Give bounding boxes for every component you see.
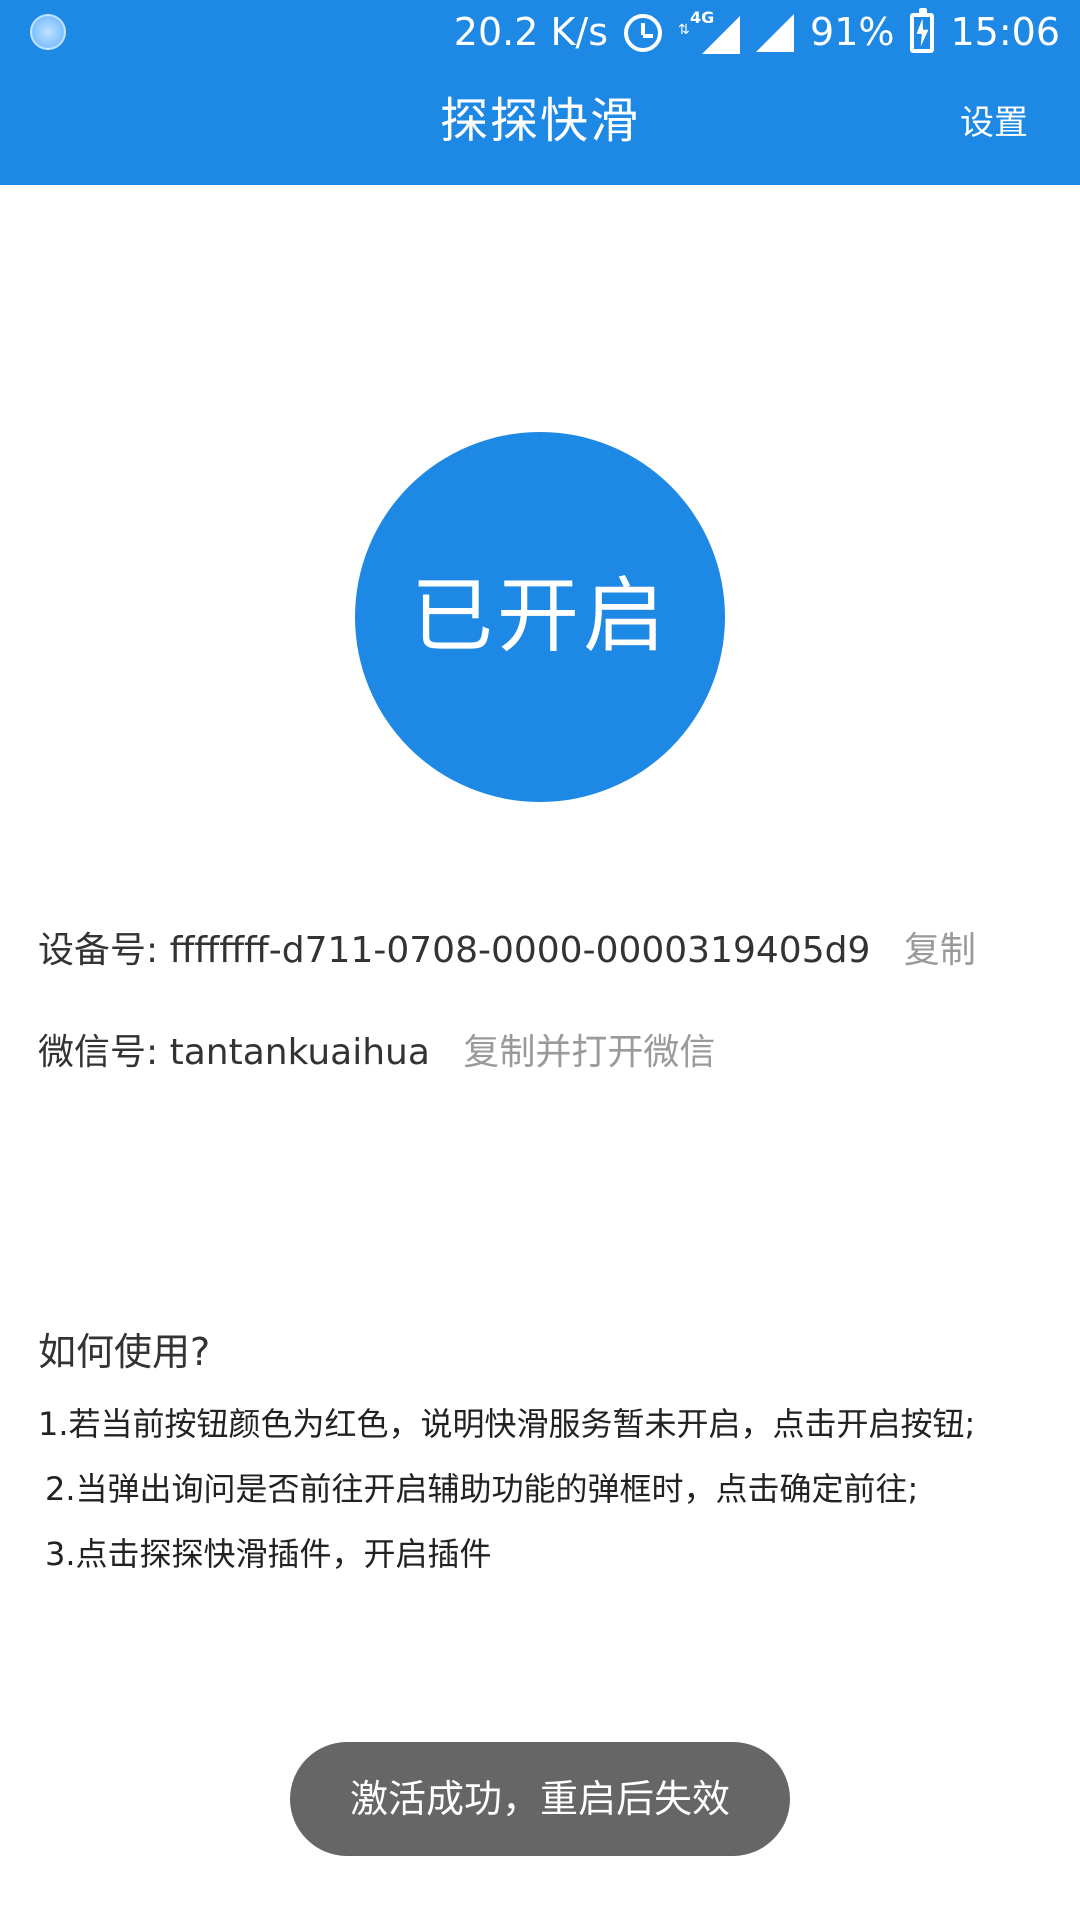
battery-charging-icon bbox=[910, 7, 935, 53]
how-to-step: 3.点击探探快滑插件，开启插件 bbox=[45, 1535, 492, 1573]
signal-bars-icon bbox=[756, 13, 795, 52]
app-bar: 探探快滑 设置 bbox=[0, 65, 1080, 185]
network-speed: 20.2 K/s bbox=[453, 10, 609, 54]
service-toggle-label: 已开启 bbox=[410, 569, 669, 664]
copy-device-id-button[interactable]: 复制 bbox=[904, 930, 976, 971]
app-title: 探探快滑 bbox=[439, 93, 640, 149]
wechat-label: 微信号: bbox=[38, 1032, 159, 1073]
signal-icon bbox=[756, 13, 795, 52]
service-toggle-button[interactable]: 已开启 bbox=[355, 432, 725, 802]
toast-text: 激活成功，重启后失效 bbox=[349, 1777, 730, 1821]
copy-and-open-wechat-button[interactable]: 复制并打开微信 bbox=[463, 1032, 715, 1073]
status-indicators: 20.2 K/s ⇅ 4G 91% 15:06 bbox=[453, 7, 1060, 55]
alarm-icon bbox=[624, 13, 663, 52]
wechat-info-row: 微信号: tantankuaihua 复制并打开微信 bbox=[38, 1030, 715, 1076]
clock-time: 15:06 bbox=[950, 10, 1060, 54]
toast-message: 激活成功，重启后失效 bbox=[290, 1742, 790, 1856]
loading-indicator-icon bbox=[30, 14, 66, 50]
settings-button[interactable]: 设置 bbox=[960, 101, 1028, 145]
device-info-row: 设备号: ffffffff-d711-0708-0000-0000319405d… bbox=[38, 928, 976, 974]
how-to-step: 1.若当前按钮颜色为红色，说明快滑服务暂未开启，点击开启按钮; bbox=[38, 1405, 976, 1443]
device-label: 设备号: bbox=[38, 930, 159, 971]
mobile-data-4g-icon: ⇅ 4G bbox=[678, 9, 741, 54]
battery-percent: 91% bbox=[810, 10, 895, 54]
status-bar: 20.2 K/s ⇅ 4G 91% 15:06 bbox=[0, 0, 1080, 65]
how-to-title: 如何使用? bbox=[38, 1330, 211, 1374]
device-id: ffffffff-d711-0708-0000-0000319405d9 bbox=[169, 930, 871, 971]
how-to-step: 2.当弹出询问是否前往开启辅助功能的弹框时，点击确定前往; bbox=[45, 1470, 919, 1508]
signal-icon bbox=[702, 15, 741, 54]
wechat-id: tantankuaihua bbox=[169, 1032, 430, 1073]
data-arrows-icon: ⇅ bbox=[678, 21, 690, 38]
